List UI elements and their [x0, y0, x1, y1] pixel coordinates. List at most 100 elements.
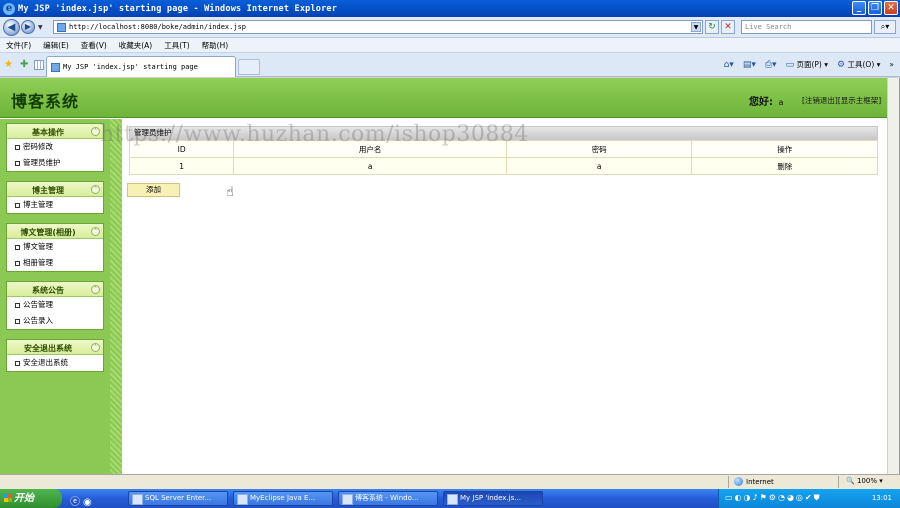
- add-button[interactable]: 添加: [127, 183, 180, 197]
- collapse-icon[interactable]: ⌃: [91, 127, 100, 136]
- cell-password: a: [505, 157, 693, 175]
- taskbar-item-myeclipse[interactable]: MyEclipse Java E...: [233, 491, 333, 506]
- main-content: 管理员维护 ID 用户名 密码 操作 1 a a 删除 添加 ☝: [122, 119, 888, 474]
- history-dropdown-icon[interactable]: ▼: [38, 24, 43, 31]
- url-input[interactable]: http://localhost:8080/boke/admin/index.j…: [53, 20, 703, 34]
- hand-cursor-icon: ☝: [226, 185, 234, 200]
- window-title: My JSP 'index.jsp' starting page - Windo…: [18, 3, 338, 14]
- cell-id: 1: [128, 157, 235, 175]
- zone-label: Internet: [746, 477, 774, 486]
- logout-link[interactable]: [注销退出]: [802, 96, 838, 105]
- command-bar: ⌂▾ ▤▾ ⎙▾ ▭ 页面(P) ▾ ⚙ 工具(O) ▾ »: [724, 59, 894, 71]
- tray-icons[interactable]: ▭◐◑♪⚑⚙◔◕◎✔⛊: [725, 493, 822, 503]
- page-menu-label: 页面(P): [796, 60, 822, 69]
- close-button[interactable]: ✕: [884, 1, 898, 15]
- menu-group-header[interactable]: 基本操作 ⌃: [7, 124, 103, 139]
- column-header-action: 操作: [691, 140, 878, 158]
- collapse-icon[interactable]: ⌃: [91, 227, 100, 236]
- tools-menu-label: 工具(O): [847, 60, 875, 69]
- home-icon[interactable]: ⌂▾: [724, 60, 734, 70]
- maximize-button[interactable]: ❐: [868, 1, 882, 15]
- quick-tabs-icon[interactable]: [34, 60, 44, 70]
- watermark: https://www.huzhan.com/ishop30884: [100, 122, 529, 147]
- gear-icon: ⚙: [837, 60, 846, 70]
- status-bar: Internet 🔍 100% ▾: [0, 474, 900, 489]
- security-zone[interactable]: Internet: [734, 477, 774, 486]
- favorites-star-icon[interactable]: ★: [4, 59, 13, 70]
- zoom-level[interactable]: 🔍 100% ▾: [846, 477, 883, 485]
- tab-current[interactable]: My JSP 'index.jsp' starting page: [46, 56, 236, 77]
- sidebar: 基本操作 ⌃ 密码修改 管理员维护 博主管理 ⌃ 博主管理 博文管理(相册) ⌃…: [0, 119, 122, 474]
- page-menu[interactable]: ▭ 页面(P) ▾: [786, 59, 828, 70]
- stop-button[interactable]: ✕: [721, 20, 735, 34]
- zoom-label: 100%: [856, 477, 877, 485]
- cell-username: a: [233, 157, 507, 175]
- menu-group-blogger: 博主管理 ⌃ 博主管理: [6, 181, 104, 214]
- menu-group-posts: 博文管理(相册) ⌃ 博文管理 相册管理: [6, 223, 104, 272]
- menu-favorites[interactable]: 收藏夹(A): [119, 40, 152, 51]
- quick-launch-ie-icon[interactable]: ⓔ: [70, 497, 83, 508]
- quick-launch-browser-icon[interactable]: ◉: [83, 497, 95, 508]
- greeting-user: a: [778, 98, 784, 107]
- more-icon[interactable]: »: [889, 60, 894, 69]
- site-header: 博客系统 您好: a [注销退出][显示主框架]: [0, 78, 888, 118]
- search-input[interactable]: Live Search: [741, 20, 872, 34]
- menu-help[interactable]: 帮助(H): [202, 40, 229, 51]
- menu-group-title: 基本操作: [32, 128, 64, 137]
- sidebar-item-announcement-entry[interactable]: 公告录入: [7, 313, 103, 329]
- menu-bar: 文件(F) 编辑(E) 查看(V) 收藏夹(A) 工具(T) 帮助(H): [0, 38, 900, 53]
- delete-link[interactable]: 删除: [691, 157, 878, 175]
- sidebar-item-admin-maintenance[interactable]: 管理员维护: [7, 155, 103, 171]
- tools-menu[interactable]: ⚙ 工具(O) ▾: [837, 59, 880, 70]
- greeting: 您好: a: [749, 93, 783, 108]
- collapse-icon[interactable]: ⌃: [91, 285, 100, 294]
- sidebar-item-safe-exit[interactable]: 安全退出系统: [7, 355, 103, 371]
- greeting-label: 您好:: [749, 97, 773, 108]
- show-main-link[interactable]: [显示主框架]: [838, 96, 881, 105]
- url-text: http://localhost:8080/boke/admin/index.j…: [69, 23, 247, 31]
- page-icon: [51, 62, 60, 72]
- site-title: 博客系统: [11, 92, 80, 111]
- collapse-icon[interactable]: ⌃: [91, 343, 100, 352]
- sidebar-item-album-management[interactable]: 相册管理: [7, 255, 103, 271]
- new-tab-button[interactable]: [238, 59, 260, 75]
- menu-tools[interactable]: 工具(T): [164, 40, 189, 51]
- menu-edit[interactable]: 编辑(E): [43, 40, 69, 51]
- feeds-icon[interactable]: ▤▾: [743, 60, 756, 70]
- tab-label: My JSP 'index.jsp' starting page: [63, 63, 198, 71]
- collapse-icon[interactable]: ⌃: [91, 185, 100, 194]
- back-button[interactable]: ◀: [3, 18, 20, 36]
- start-button[interactable]: 开始: [0, 489, 62, 508]
- menu-group-header[interactable]: 系统公告 ⌃: [7, 282, 103, 297]
- menu-view[interactable]: 查看(V): [81, 40, 107, 51]
- menu-group-header[interactable]: 博主管理 ⌃: [7, 182, 103, 197]
- forward-button[interactable]: ▶: [21, 20, 35, 34]
- sidebar-item-announcement-management[interactable]: 公告管理: [7, 297, 103, 313]
- taskbar: 开始 ⓔ◉ SQL Server Enter... MyEclipse Java…: [0, 489, 900, 508]
- sidebar-item-blogger-management[interactable]: 博主管理: [7, 197, 103, 213]
- menu-group-basic: 基本操作 ⌃ 密码修改 管理员维护: [6, 123, 104, 172]
- sidebar-item-change-password[interactable]: 密码修改: [7, 139, 103, 155]
- menu-group-title: 安全退出系统: [24, 344, 72, 353]
- menu-group-title: 系统公告: [32, 286, 64, 295]
- menu-group-announcements: 系统公告 ⌃ 公告管理 公告录入: [6, 281, 104, 330]
- table-row: 1 a a 删除: [128, 157, 878, 175]
- menu-group-header[interactable]: 博文管理(相册) ⌃: [7, 224, 103, 239]
- add-favorite-icon[interactable]: ✚: [20, 59, 28, 70]
- globe-icon: [734, 477, 743, 486]
- url-dropdown-icon[interactable]: ▼: [691, 22, 701, 32]
- taskbar-item-sql-server[interactable]: SQL Server Enter...: [128, 491, 228, 506]
- taskbar-item-blog-system[interactable]: 博客系统 - Windo...: [338, 491, 438, 506]
- menu-file[interactable]: 文件(F): [6, 40, 31, 51]
- print-icon[interactable]: ⎙▾: [765, 60, 777, 70]
- clock: 13:01: [871, 494, 892, 502]
- menu-group-header[interactable]: 安全退出系统 ⌃: [7, 340, 103, 355]
- refresh-button[interactable]: ↻: [705, 20, 719, 34]
- sidebar-item-post-management[interactable]: 博文管理: [7, 239, 103, 255]
- window-titlebar[interactable]: e My JSP 'index.jsp' starting page - Win…: [0, 0, 900, 17]
- quick-launch: ⓔ◉: [70, 493, 95, 508]
- search-button[interactable]: ⌕▾: [874, 20, 896, 34]
- taskbar-item-jsp-page[interactable]: My JSP 'index.js...: [443, 491, 543, 506]
- minimize-button[interactable]: _: [852, 1, 866, 15]
- vertical-scrollbar[interactable]: [887, 78, 899, 474]
